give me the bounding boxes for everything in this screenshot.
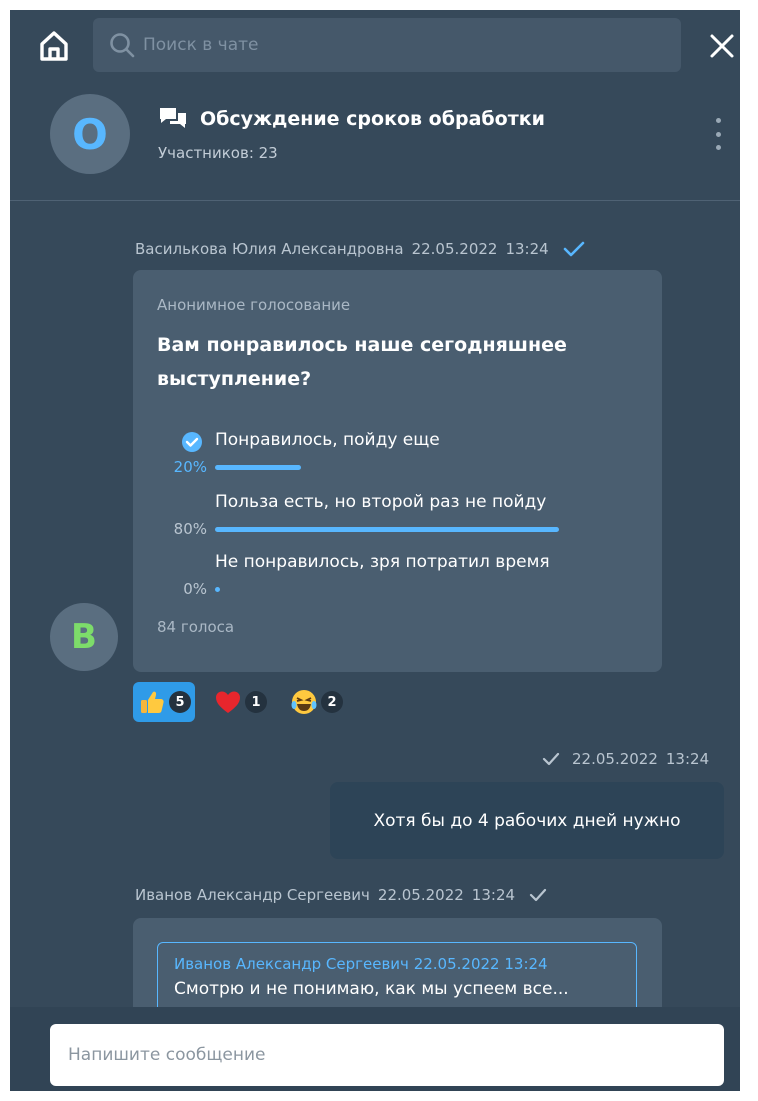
chat-bubbles-icon [160, 108, 186, 128]
own-message-bubble: Хотя бы до 4 рабочих дней нужно [330, 782, 724, 859]
message-author[interactable]: Иванов Александр Сергеевич [135, 886, 370, 904]
message-meta: Василькова Юлия Александровна 22.05.2022… [135, 240, 585, 258]
sender-avatar[interactable]: В [50, 603, 118, 671]
sent-check-icon [529, 888, 547, 902]
message-text: Хотя бы до 4 рабочих дней нужно [373, 810, 681, 831]
reaction-count: 2 [321, 691, 343, 713]
message-meta: Иванов Александр Сергеевич 22.05.2022 13… [135, 886, 547, 904]
message-time: 13:24 [665, 750, 710, 768]
message-date: 22.05.2022 [377, 886, 464, 904]
poll-question: Вам понравилось наше сегодняшнее выступл… [157, 334, 567, 390]
poll-option-bar [215, 587, 220, 592]
home-icon [40, 31, 68, 61]
poll-votes-count: 84 голоса [157, 618, 235, 636]
reaction-count: 1 [245, 691, 267, 713]
message-input[interactable] [50, 1024, 724, 1086]
home-button[interactable] [34, 26, 74, 66]
thumbs-up-icon [137, 687, 167, 717]
message-author[interactable]: Василькова Юлия Александровна [135, 240, 404, 258]
close-icon [710, 34, 734, 58]
participants-count: Участников: 23 [158, 144, 278, 162]
laughing-emoji-icon [289, 687, 319, 717]
poll-option-bar [215, 465, 301, 470]
poll-option-text: Польза есть, но второй раз не пойду [215, 492, 547, 512]
message-time: 13:24 [471, 886, 516, 904]
message-time: 13:24 [505, 240, 549, 258]
quoted-text: Смотрю и не понимаю, как мы успеем все..… [174, 979, 569, 999]
poll-option[interactable]: Не понравилось, зря потратил время 0% [133, 552, 662, 604]
checked-circle-icon [182, 432, 202, 452]
message-meta: 22.05.2022 13:24 [542, 750, 709, 768]
chat-title-row: Обсуждение сроков обработки [158, 106, 545, 132]
poll-option-text: Не понравилось, зря потратил время [215, 552, 550, 572]
reaction-count: 5 [169, 691, 191, 713]
search-icon [110, 33, 135, 58]
reaction-heart[interactable]: 1 [209, 682, 271, 722]
close-button[interactable] [704, 28, 740, 64]
more-dot-icon [715, 131, 721, 137]
reaction-thumbs-up[interactable]: 5 [133, 682, 195, 722]
read-check-icon [563, 241, 584, 257]
chat-window: О Обсуждение сроков обработки Участников… [10, 10, 740, 1091]
search-input[interactable] [143, 35, 663, 55]
search-box[interactable] [93, 18, 681, 72]
message-date: 22.05.2022 [572, 750, 658, 768]
sent-check-icon [542, 752, 560, 766]
poll-option[interactable]: Польза есть, но второй раз не пойду 80% [133, 492, 662, 544]
quoted-message-meta: Иванов Александр Сергеевич 22.05.2022 13… [174, 955, 620, 973]
poll-option-percent: 80% [173, 520, 207, 538]
header-divider [10, 200, 740, 201]
more-dot-icon [715, 145, 721, 150]
poll-option-bar [215, 527, 559, 532]
more-dot-icon [715, 118, 721, 123]
quoted-date: 22.05.2022 [413, 955, 500, 973]
chat-avatar[interactable]: О [50, 94, 130, 174]
reaction-laughing[interactable]: 2 [285, 682, 347, 722]
chat-title: Обсуждение сроков обработки [200, 108, 545, 130]
message-composer [10, 1007, 740, 1091]
poll-message: Анонимное голосование Вам понравилось на… [133, 270, 662, 672]
poll-option-text: Понравилось, пойду еще [215, 430, 440, 450]
more-options-button[interactable] [706, 114, 730, 154]
quoted-author: Иванов Александр Сергеевич [174, 955, 409, 973]
poll-type-label: Анонимное голосование [157, 296, 351, 314]
quoted-time: 13:24 [504, 955, 548, 973]
poll-option[interactable]: Понравилось, пойду еще 20% [133, 430, 662, 482]
poll-option-percent: 0% [183, 580, 207, 598]
poll-option-percent: 20% [173, 458, 207, 476]
message-date: 22.05.2022 [411, 240, 498, 258]
reactions-bar: 5 1 2 [133, 682, 361, 722]
heart-icon [213, 687, 243, 717]
